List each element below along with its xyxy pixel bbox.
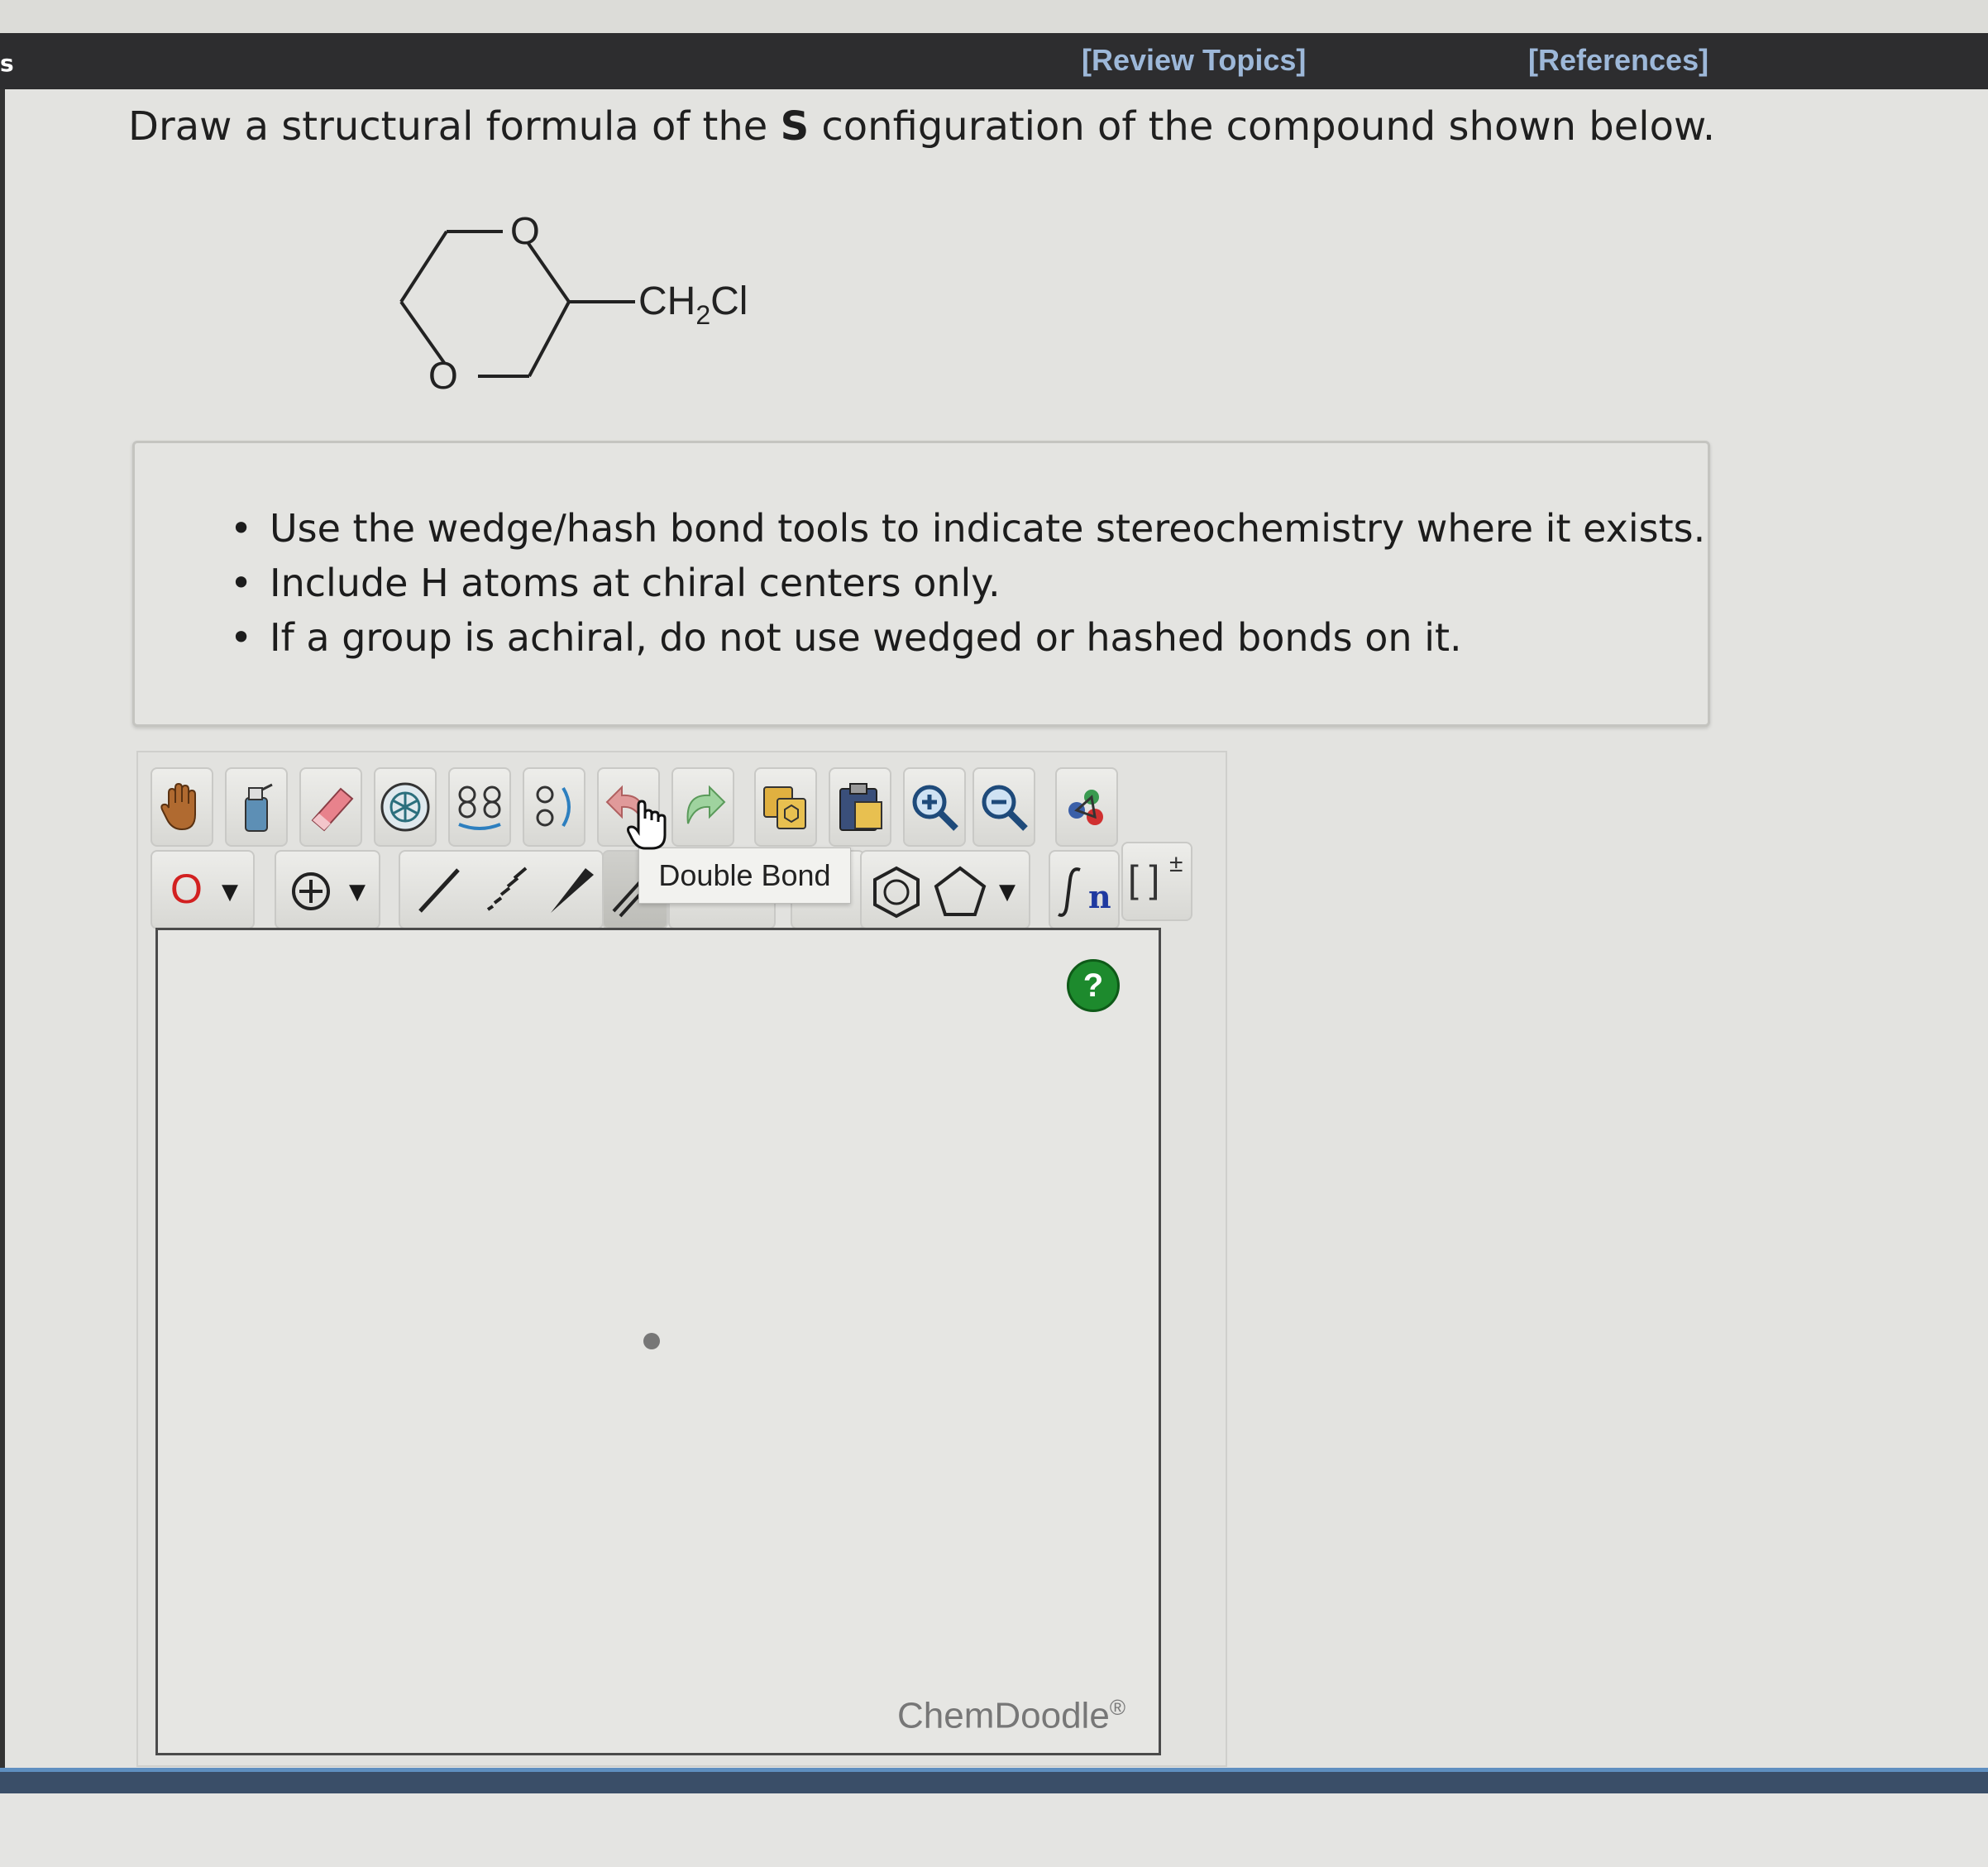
copy-button[interactable] xyxy=(754,767,817,847)
bracket-button[interactable]: [ ] ± xyxy=(1121,842,1192,921)
bracket-charge-label: ± xyxy=(1169,850,1183,877)
substituent-label: CH2Cl xyxy=(638,279,748,330)
templates-icon xyxy=(1068,790,1103,825)
references-link[interactable]: [References] xyxy=(1528,43,1708,78)
help-button[interactable]: ? xyxy=(1067,959,1120,1012)
review-topics-link[interactable]: [Review Topics] xyxy=(1082,43,1306,78)
atom-label: O xyxy=(170,866,203,912)
question-suffix: configuration of the compound shown belo… xyxy=(809,103,1716,150)
bracket-label: [ ] xyxy=(1128,857,1160,900)
lasso-tool-button[interactable] xyxy=(225,767,288,847)
spray-bottle-icon xyxy=(245,783,273,832)
sgroup-label: n xyxy=(1088,878,1111,915)
charge-selector[interactable]: ▼ xyxy=(275,850,380,929)
paste-button[interactable] xyxy=(829,767,891,847)
canvas-dot xyxy=(643,1333,660,1349)
sgroup-button[interactable]: n xyxy=(1049,850,1120,929)
hashed-bond-icon[interactable] xyxy=(476,863,534,918)
instruction-item: If a group is achiral, do not use wedged… xyxy=(230,610,1705,665)
eraser-icon xyxy=(311,787,354,832)
flip-vertical-button[interactable] xyxy=(523,767,585,847)
redo-button[interactable] xyxy=(671,767,734,847)
plus-charge-icon xyxy=(292,872,330,910)
question-prefix: Draw a structural formula of the xyxy=(128,103,781,150)
single-bond-icon[interactable] xyxy=(410,863,468,918)
paste-icon xyxy=(839,783,882,831)
flip-horizontal-icon xyxy=(458,785,501,830)
instruction-item: Use the wedge/hash bond tools to indicat… xyxy=(230,501,1705,556)
integral-icon xyxy=(1058,867,1081,917)
below-area xyxy=(0,1793,1988,1867)
chevron-down-icon[interactable]: ▼ xyxy=(222,880,238,905)
hand-icon xyxy=(160,782,196,831)
nav-left-fragment: s xyxy=(0,50,14,77)
chevron-down-icon[interactable]: ▼ xyxy=(999,880,1016,905)
ring-oxygen-top: O xyxy=(510,209,540,252)
molecule-diagram: O O CH2Cl xyxy=(399,209,748,397)
ring-tools-group: ▼ xyxy=(860,850,1030,929)
chemdoodle-brand: ChemDoodle® xyxy=(897,1695,1125,1736)
flip-vertical-icon xyxy=(536,785,571,828)
zoom-in-button[interactable] xyxy=(903,767,966,847)
question-config: S xyxy=(780,103,810,150)
snowflake-ring-icon xyxy=(380,782,430,832)
zoom-out-button[interactable] xyxy=(972,767,1035,847)
ring-oxygen-bottom: O xyxy=(428,354,458,397)
zoom-out-icon xyxy=(982,785,1028,831)
question-text: Draw a structural formula of the S confi… xyxy=(128,103,1715,150)
eraser-tool-button[interactable] xyxy=(299,767,362,847)
top-navigation-bar: s [Review Topics] [References] xyxy=(0,33,1988,89)
chevron-down-icon[interactable]: ▼ xyxy=(349,880,366,905)
tooltip: Double Bond xyxy=(638,848,851,904)
atom-selector[interactable]: O ▼ xyxy=(151,850,255,929)
bond-tools-group xyxy=(399,850,604,929)
pointer-hand-cursor-icon xyxy=(627,800,667,850)
instruction-item: Include H atoms at chiral centers only. xyxy=(230,556,1705,610)
flip-horizontal-button[interactable] xyxy=(448,767,511,847)
clean-tool-button[interactable] xyxy=(374,767,437,847)
pentagon-ring-icon[interactable] xyxy=(933,865,987,919)
copy-icon xyxy=(763,786,806,829)
bottom-bar xyxy=(0,1768,1988,1793)
benzene-ring-icon[interactable] xyxy=(870,865,923,919)
hand-tool-button[interactable] xyxy=(151,767,213,847)
wedge-bond-icon[interactable] xyxy=(542,863,600,918)
zoom-in-icon xyxy=(912,785,958,831)
instructions-box: Use the wedge/hash bond tools to indicat… xyxy=(132,441,1710,727)
templates-button[interactable] xyxy=(1055,767,1118,847)
redo-arrow-icon xyxy=(686,785,726,824)
